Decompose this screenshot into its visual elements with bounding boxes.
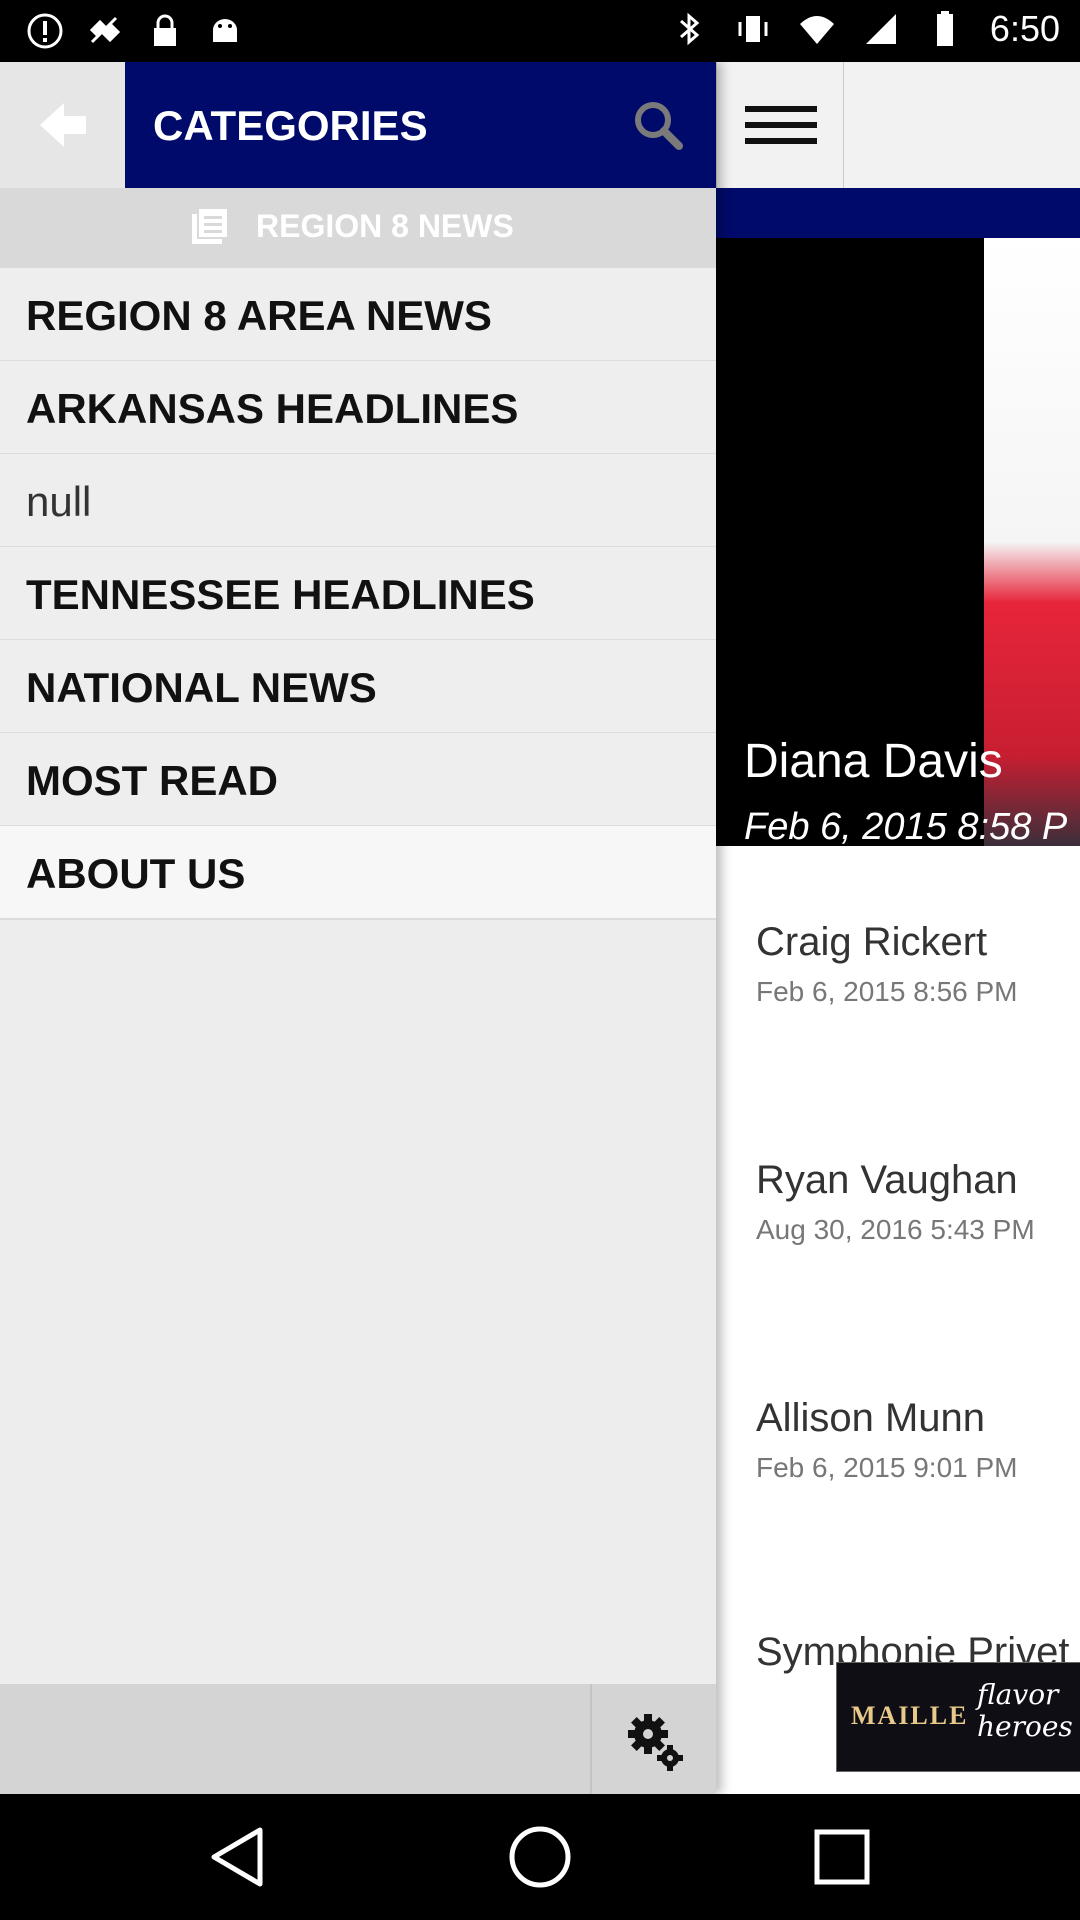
search-icon — [635, 102, 683, 150]
system-nav-bar — [0, 1794, 1080, 1920]
hero-story-name: Diana Davis — [744, 735, 1003, 788]
drawer-item-label: MOST READ — [26, 757, 278, 804]
fake-gps-icon — [89, 16, 121, 44]
drawer-item[interactable]: MOST READ — [0, 733, 716, 827]
drawer-item-label: TENNESSEE HEADLINES — [26, 571, 535, 618]
drawer-item[interactable]: TENNESSEE HEADLINES — [0, 547, 716, 641]
menu-button[interactable] — [716, 62, 844, 188]
nav-recents-icon[interactable] — [805, 1820, 879, 1894]
back-button[interactable] — [0, 62, 125, 188]
status-bar: 6:50 — [0, 0, 1080, 62]
navigation-drawer: CATEGORIES REGION 8 NEWS REGION 8 AREA N… — [0, 62, 716, 1794]
drawer-item-label: ABOUT US — [26, 850, 246, 897]
section-title: REGION 8 NEWS — [256, 207, 514, 244]
drawer-item[interactable]: ARKANSAS HEADLINES — [0, 361, 716, 455]
nav-home-icon[interactable] — [503, 1820, 577, 1894]
hamburger-menu-icon — [745, 106, 817, 144]
story-item[interactable]: Craig Rickert Feb 6, 2015 8:56 PM — [716, 846, 1080, 1086]
vibrate-icon — [738, 16, 768, 42]
categories-bar: CATEGORIES — [125, 62, 716, 188]
hero-story-date: Feb 6, 2015 8:58 P — [744, 806, 1068, 848]
drawer-item[interactable]: ABOUT US — [0, 826, 716, 920]
section-header[interactable]: REGION 8 NEWS — [0, 188, 716, 268]
feed-header-strip — [716, 188, 1080, 238]
story-date: Aug 30, 2016 5:43 PM — [756, 1214, 1035, 1245]
story-name: Allison Munn — [756, 1396, 986, 1440]
status-time: 6:50 — [989, 8, 1060, 49]
ad-banner[interactable]: MAILLE flavor heroes — [836, 1662, 1080, 1772]
gears-icon — [628, 1714, 683, 1771]
drawer-footer — [0, 1684, 716, 1794]
lock-icon — [154, 14, 176, 46]
document-icon — [192, 207, 229, 244]
bluetooth-icon — [679, 12, 700, 46]
story-date: Feb 6, 2015 9:01 PM — [756, 1452, 1018, 1483]
settings-button[interactable] — [590, 1684, 718, 1794]
signal-icon — [865, 14, 896, 44]
story-name: Ryan Vaughan — [756, 1158, 1018, 1202]
alert-circle-icon — [27, 13, 63, 49]
android-icon — [213, 19, 237, 42]
back-arrow-icon — [40, 103, 86, 147]
drawer-item[interactable]: REGION 8 AREA NEWS — [0, 268, 716, 362]
story-item[interactable]: Ryan Vaughan Aug 30, 2016 5:43 PM — [716, 1084, 1080, 1324]
ad-brand: MAILLE — [851, 1701, 969, 1730]
story-name: Craig Rickert — [756, 920, 988, 964]
drawer-header: CATEGORIES — [0, 62, 716, 188]
drawer-item-label: null — [26, 478, 92, 525]
story-date: Feb 6, 2015 8:56 PM — [756, 976, 1018, 1007]
drawer-title: CATEGORIES — [153, 102, 428, 149]
drawer-item-label: REGION 8 AREA NEWS — [26, 292, 492, 339]
nav-back-icon[interactable] — [202, 1820, 276, 1894]
drawer-item[interactable]: null — [0, 454, 716, 548]
drawer-item-label: ARKANSAS HEADLINES — [26, 385, 519, 432]
hero-story[interactable]: Diana Davis Feb 6, 2015 8:58 P — [716, 238, 1080, 848]
story-item[interactable]: Allison Munn Feb 6, 2015 9:01 PM — [716, 1322, 1080, 1562]
wifi-icon — [799, 16, 834, 44]
search-button[interactable] — [625, 92, 691, 158]
ad-tagline: flavor heroes — [977, 1678, 1073, 1743]
drawer-item[interactable]: NATIONAL NEWS — [0, 640, 716, 734]
battery-icon — [936, 11, 953, 46]
drawer-item-label: NATIONAL NEWS — [26, 664, 377, 711]
